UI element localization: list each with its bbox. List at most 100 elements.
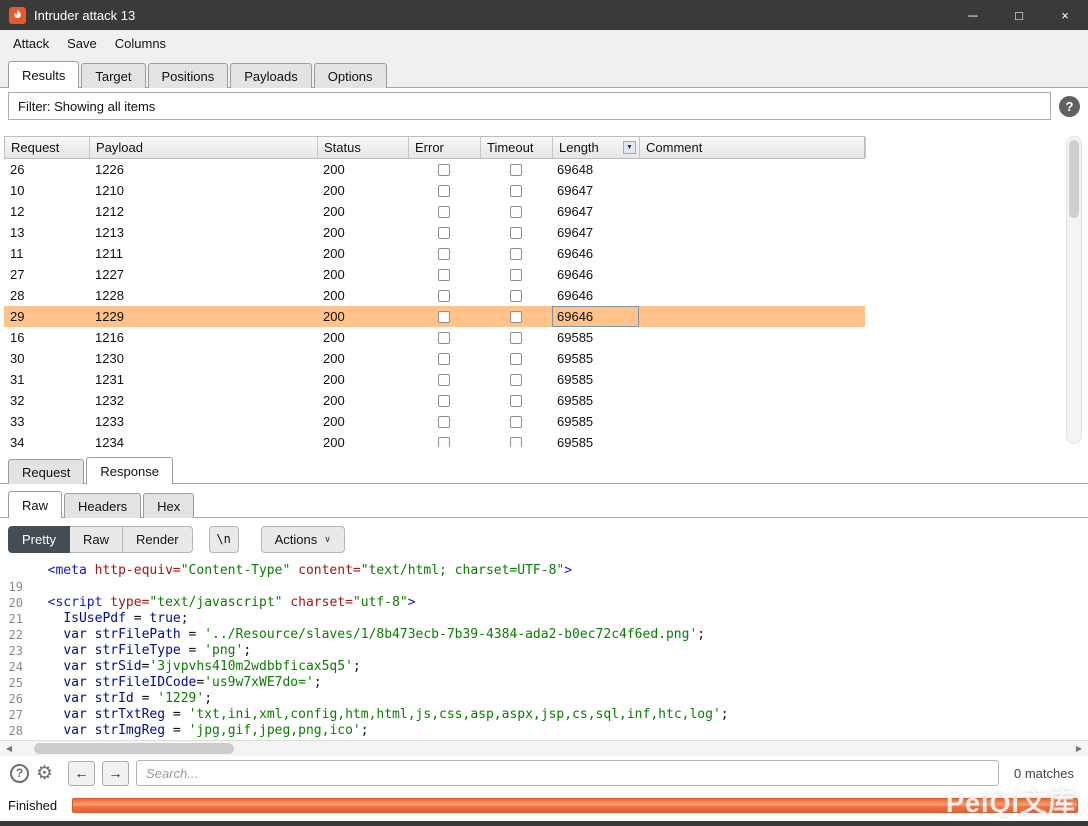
payload-cell: 1229 bbox=[95, 309, 124, 324]
timeout-checkbox[interactable] bbox=[510, 415, 522, 428]
vertical-scrollbar[interactable] bbox=[1066, 136, 1082, 444]
table-row[interactable]: 34 1234 200 69585 bbox=[4, 432, 865, 447]
table-row[interactable]: 29 1229 200 69646 bbox=[4, 306, 865, 327]
pretty-button[interactable]: Pretty bbox=[8, 525, 70, 553]
table-row[interactable]: 16 1216 200 69585 bbox=[4, 327, 865, 348]
search-input[interactable] bbox=[136, 760, 1000, 786]
timeout-checkbox[interactable] bbox=[510, 352, 522, 365]
error-checkbox[interactable] bbox=[438, 268, 450, 281]
table-row[interactable]: 26 1226 200 69648 bbox=[4, 159, 865, 180]
timeout-checkbox[interactable] bbox=[510, 163, 522, 176]
timeout-checkbox[interactable] bbox=[510, 268, 522, 281]
comment-cell bbox=[639, 390, 865, 411]
horizontal-scrollbar-thumb[interactable] bbox=[34, 743, 234, 754]
timeout-checkbox[interactable] bbox=[510, 226, 522, 239]
error-checkbox[interactable] bbox=[438, 415, 450, 428]
column-header-comment[interactable]: Comment bbox=[640, 137, 866, 158]
column-header-status[interactable]: Status bbox=[318, 137, 409, 158]
tab-response[interactable]: Response bbox=[86, 457, 173, 485]
table-row[interactable]: 28 1228 200 69646 bbox=[4, 285, 865, 306]
status-cell: 200 bbox=[323, 288, 345, 303]
next-match-button[interactable]: → bbox=[102, 760, 130, 786]
column-header-request[interactable]: Request bbox=[5, 137, 90, 158]
timeout-checkbox[interactable] bbox=[510, 373, 522, 386]
vertical-scrollbar-thumb[interactable] bbox=[1069, 140, 1079, 218]
menu-attack[interactable]: Attack bbox=[4, 33, 58, 54]
search-help-icon[interactable]: ? bbox=[10, 763, 29, 783]
maximize-icon[interactable]: □ bbox=[996, 0, 1042, 30]
timeout-checkbox[interactable] bbox=[510, 184, 522, 197]
table-row[interactable]: 30 1230 200 69585 bbox=[4, 348, 865, 369]
column-header-length[interactable]: Length ▼ bbox=[553, 137, 640, 158]
timeout-checkbox[interactable] bbox=[510, 394, 522, 407]
status-cell: 200 bbox=[323, 393, 345, 408]
tab-raw[interactable]: Raw bbox=[8, 491, 63, 519]
error-checkbox[interactable] bbox=[438, 184, 450, 197]
tab-target[interactable]: Target bbox=[81, 63, 146, 88]
code-line: 26 var strId = '1229'; bbox=[0, 691, 1088, 707]
table-row[interactable]: 31 1231 200 69585 bbox=[4, 369, 865, 390]
table-row[interactable]: 32 1232 200 69585 bbox=[4, 390, 865, 411]
status-cell: 200 bbox=[323, 204, 345, 219]
title-bar[interactable]: Intruder attack 13 ─ □ × bbox=[0, 0, 1088, 30]
error-checkbox[interactable] bbox=[438, 226, 450, 239]
menu-save[interactable]: Save bbox=[58, 33, 106, 54]
tab-headers[interactable]: Headers bbox=[64, 493, 142, 518]
tab-positions[interactable]: Positions bbox=[147, 63, 229, 88]
close-icon[interactable]: × bbox=[1042, 0, 1088, 30]
error-checkbox[interactable] bbox=[438, 436, 450, 447]
horizontal-scrollbar[interactable]: ◀ ▶ bbox=[0, 740, 1088, 756]
sort-descending-icon[interactable]: ▼ bbox=[623, 141, 636, 154]
error-checkbox[interactable] bbox=[438, 373, 450, 386]
timeout-checkbox[interactable] bbox=[510, 310, 522, 323]
error-checkbox[interactable] bbox=[438, 163, 450, 176]
table-row[interactable]: 33 1233 200 69585 bbox=[4, 411, 865, 432]
column-header-error[interactable]: Error bbox=[409, 137, 481, 158]
error-checkbox[interactable] bbox=[438, 205, 450, 218]
filter-bar[interactable]: Filter: Showing all items bbox=[8, 92, 1051, 120]
column-header-length-label: Length bbox=[559, 140, 599, 155]
timeout-checkbox-cell bbox=[480, 201, 552, 222]
tab-hex[interactable]: Hex bbox=[143, 493, 195, 518]
tab-options[interactable]: Options bbox=[313, 63, 387, 88]
error-checkbox[interactable] bbox=[438, 289, 450, 302]
help-icon[interactable]: ? bbox=[1059, 95, 1080, 117]
previous-match-button[interactable]: ← bbox=[68, 760, 96, 786]
raw-button[interactable]: Raw bbox=[69, 525, 123, 553]
render-button[interactable]: Render bbox=[122, 525, 193, 553]
table-row[interactable]: 11 1211 200 69646 bbox=[4, 243, 865, 264]
error-checkbox[interactable] bbox=[438, 331, 450, 344]
show-newlines-button[interactable]: \n bbox=[208, 525, 239, 553]
timeout-checkbox[interactable] bbox=[510, 331, 522, 344]
error-checkbox[interactable] bbox=[438, 310, 450, 323]
error-checkbox[interactable] bbox=[438, 247, 450, 260]
comment-cell bbox=[639, 180, 865, 201]
request-cell: 31 bbox=[10, 372, 25, 387]
request-cell: 13 bbox=[10, 225, 25, 240]
timeout-checkbox[interactable] bbox=[510, 247, 522, 260]
table-row[interactable]: 13 1213 200 69647 bbox=[4, 222, 865, 243]
horizontal-scrollbar-track[interactable] bbox=[18, 741, 1070, 756]
response-editor[interactable]: <meta http-equiv="Content-Type" content=… bbox=[0, 560, 1088, 740]
menu-columns[interactable]: Columns bbox=[106, 33, 175, 54]
error-checkbox-cell bbox=[408, 327, 480, 348]
scroll-right-icon[interactable]: ▶ bbox=[1070, 741, 1088, 757]
gear-icon[interactable]: ⚙ bbox=[36, 764, 53, 783]
status-cell: 200 bbox=[323, 351, 345, 366]
timeout-checkbox[interactable] bbox=[510, 205, 522, 218]
table-row[interactable]: 12 1212 200 69647 bbox=[4, 201, 865, 222]
table-row[interactable]: 27 1227 200 69646 bbox=[4, 264, 865, 285]
error-checkbox[interactable] bbox=[438, 352, 450, 365]
column-header-timeout[interactable]: Timeout bbox=[481, 137, 553, 158]
tab-results[interactable]: Results bbox=[8, 61, 80, 89]
column-header-payload[interactable]: Payload bbox=[90, 137, 318, 158]
timeout-checkbox[interactable] bbox=[510, 436, 522, 447]
minimize-icon[interactable]: ─ bbox=[950, 0, 996, 30]
error-checkbox[interactable] bbox=[438, 394, 450, 407]
table-row[interactable]: 10 1210 200 69647 bbox=[4, 180, 865, 201]
tab-request[interactable]: Request bbox=[8, 459, 85, 484]
timeout-checkbox[interactable] bbox=[510, 289, 522, 302]
actions-button[interactable]: Actions ∨ bbox=[260, 525, 345, 553]
scroll-left-icon[interactable]: ◀ bbox=[0, 741, 18, 757]
tab-payloads[interactable]: Payloads bbox=[230, 63, 312, 88]
